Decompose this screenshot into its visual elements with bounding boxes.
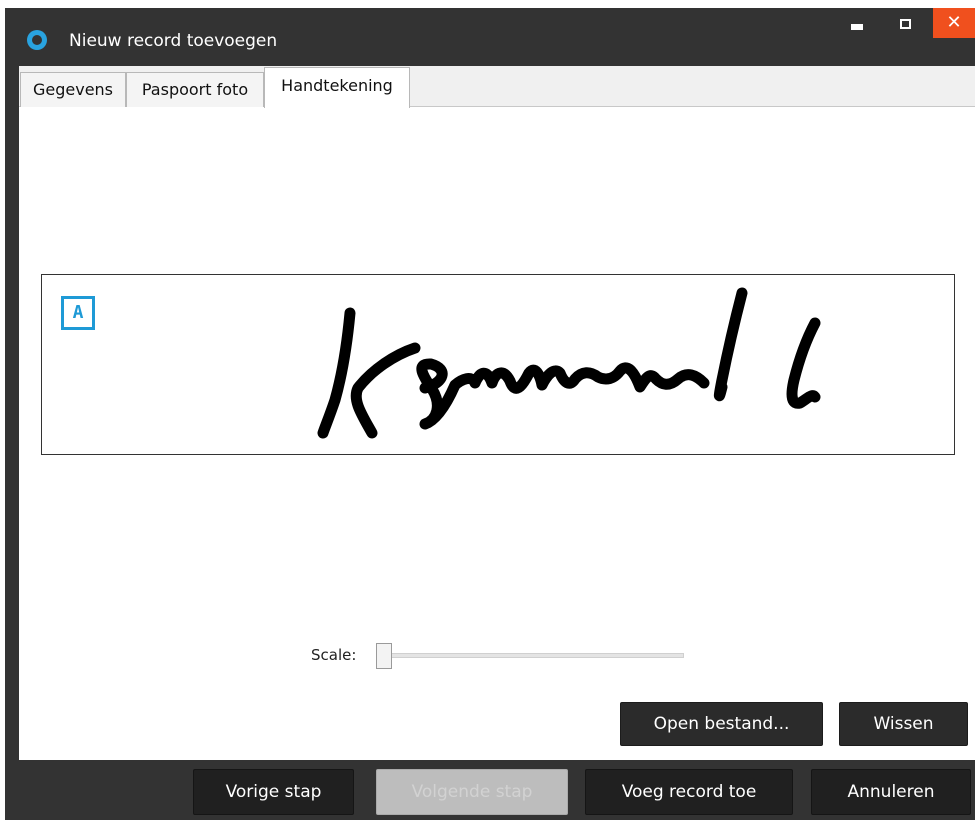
clear-button[interactable]: Wissen (839, 702, 968, 746)
close-button[interactable]: ✕ (933, 8, 975, 38)
open-file-button[interactable]: Open bestand... (620, 702, 823, 746)
signature-image (317, 287, 821, 439)
tab-paspoort-foto[interactable]: Paspoort foto (126, 72, 264, 107)
previous-step-button[interactable]: Vorige stap (193, 769, 354, 815)
scale-label: Scale: (311, 646, 357, 664)
dialog-window: Nieuw record toevoegen ✕ Gegevens Paspoo… (5, 8, 975, 820)
tab-handtekening[interactable]: Handtekening (264, 67, 410, 108)
title-bar[interactable]: Nieuw record toevoegen ✕ (5, 8, 975, 66)
close-icon: ✕ (946, 12, 962, 33)
minimize-icon (851, 23, 863, 30)
add-record-button[interactable]: Voeg record toe (585, 769, 793, 815)
tab-gegevens[interactable]: Gegevens (20, 72, 126, 107)
window-title: Nieuw record toevoegen (69, 31, 278, 51)
maximize-button[interactable] (885, 8, 925, 38)
cancel-button[interactable]: Annuleren (811, 769, 971, 815)
footer-bar: Vorige stap Volgende stap Voeg record to… (5, 760, 975, 820)
maximize-icon (899, 18, 911, 29)
next-step-button[interactable]: Volgende stap (376, 769, 568, 815)
tab-strip: Gegevens Paspoort foto Handtekening (19, 66, 975, 108)
dialog-content: Gegevens Paspoort foto Handtekening A Sc… (19, 66, 975, 760)
signature-box[interactable]: A (41, 274, 955, 455)
app-logo-icon (27, 30, 47, 50)
scale-slider-track[interactable] (382, 653, 684, 658)
scale-slider-thumb[interactable] (376, 643, 392, 669)
minimize-button[interactable] (837, 8, 877, 38)
